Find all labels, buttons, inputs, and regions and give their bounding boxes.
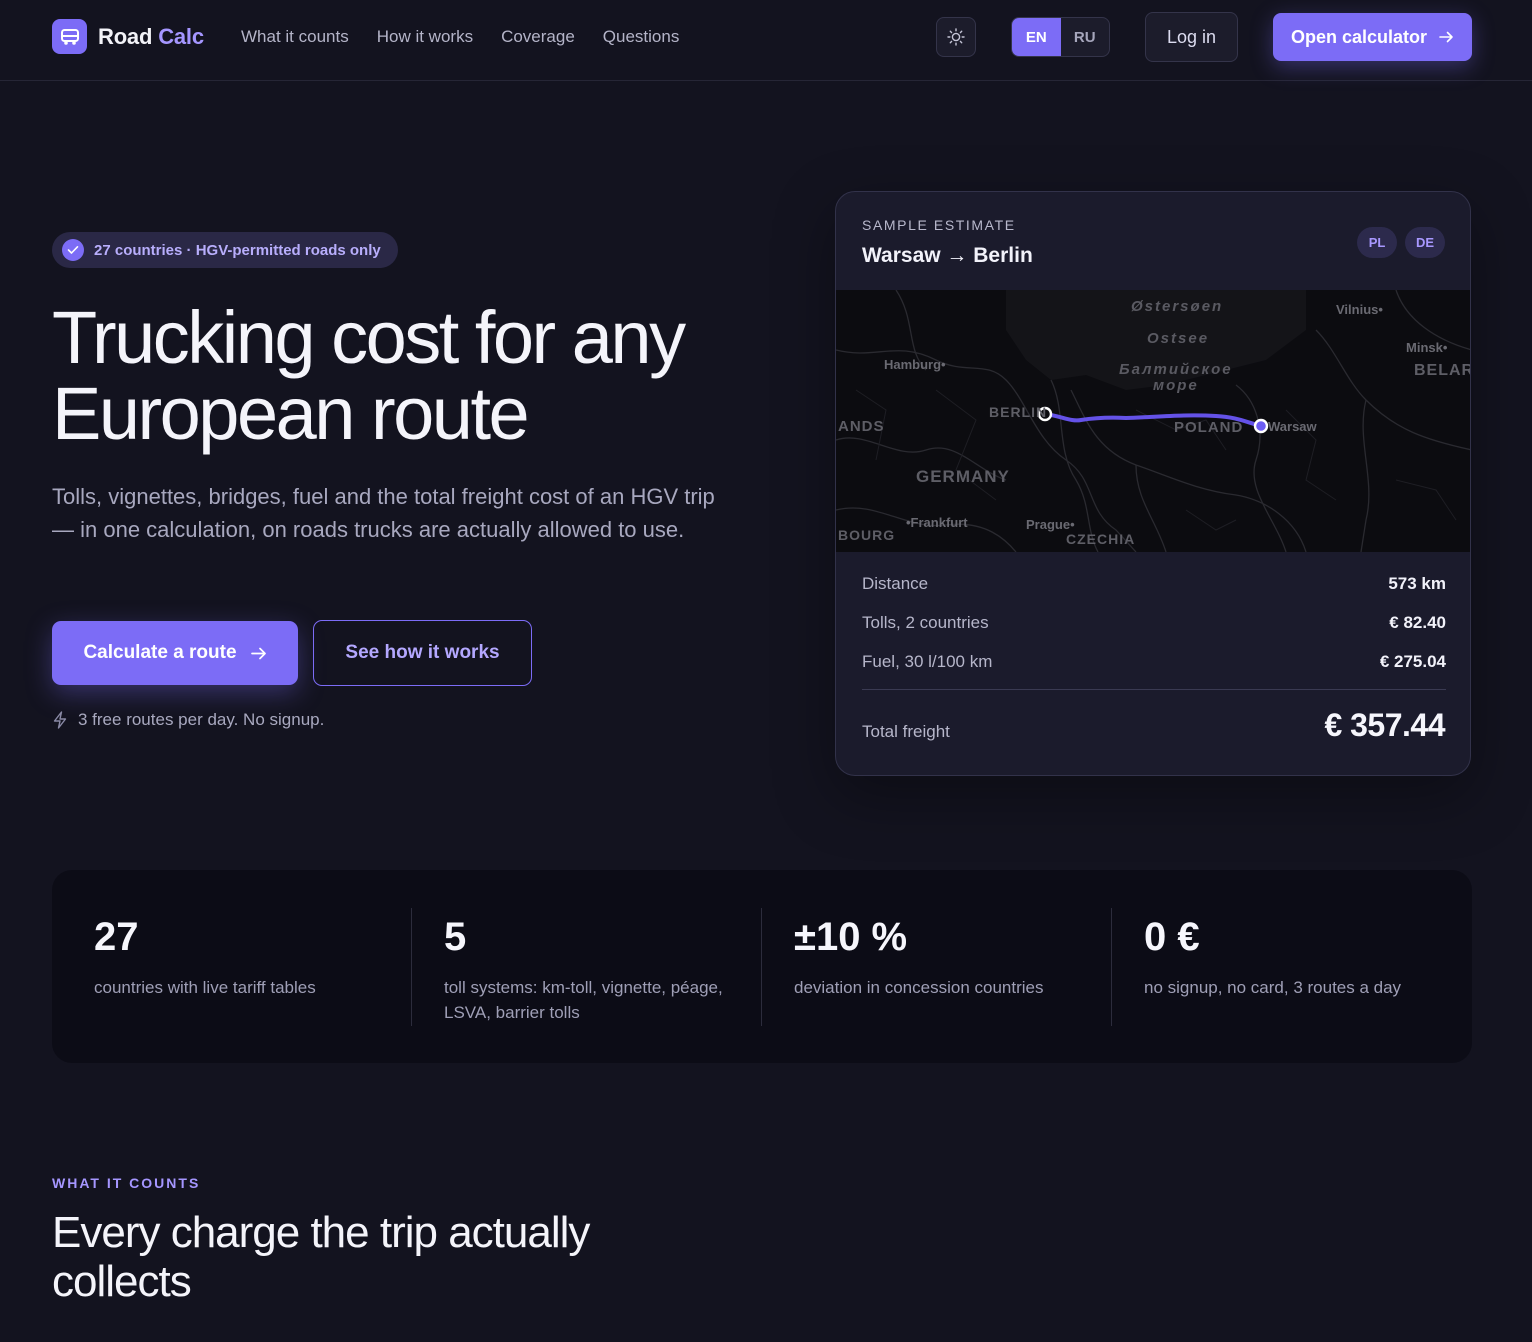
map-label: BERLIN — [989, 404, 1048, 420]
map-label: Prague• — [1026, 517, 1075, 532]
stat-label: toll systems: km-toll, vignette, péage, … — [444, 978, 723, 1022]
stat-value: ±10 % — [794, 915, 908, 959]
lang-option-en[interactable]: EN — [1012, 18, 1061, 56]
nav-link-how-it-works[interactable]: How it works — [377, 27, 473, 47]
stat-toll-systems: 5 toll systems: km-toll, vignette, péage… — [402, 870, 762, 1063]
nav-links: What it counts How it works Coverage Que… — [241, 27, 679, 47]
section-title: Every charge the trip actually collects — [52, 1208, 590, 1306]
map-label: море — [1153, 377, 1199, 394]
estimate-row-label: Fuel, 30 l/100 km — [862, 652, 993, 671]
estimate-kicker: SAMPLE ESTIMATE — [862, 217, 1016, 233]
sample-estimate-card: SAMPLE ESTIMATE Warsaw → Berlin PL DE Øs… — [835, 191, 1471, 776]
map-label: ANDS — [838, 418, 885, 435]
map-label: Hamburg• — [884, 357, 946, 372]
map-label: Minsk• — [1406, 340, 1448, 355]
hero-title: Trucking cost for any European route — [52, 300, 772, 452]
lightning-icon — [53, 711, 67, 729]
stat-deviation: ±10 % deviation in concession countries — [752, 870, 1112, 1063]
coverage-badge-text: 27 countries · HGV-permitted roads only — [94, 241, 381, 259]
hero-subtitle: Tolls, vignettes, bridges, fuel and the … — [52, 484, 715, 542]
hero-title-line-1: Trucking cost for any — [52, 296, 686, 379]
calculate-route-button[interactable]: Calculate a route — [52, 621, 298, 685]
country-chip-pl: PL — [1357, 227, 1397, 258]
country-chip-de: DE — [1405, 227, 1445, 258]
map-label: Балтийское — [1119, 361, 1233, 378]
map-label: BELAR — [1414, 362, 1471, 379]
map-label: CZECHIA — [1066, 531, 1136, 547]
stat-label: deviation in concession countries — [794, 978, 1044, 997]
stat-label: countries with live tariff tables — [94, 978, 316, 997]
login-button[interactable]: Log in — [1145, 12, 1238, 62]
language-switcher: EN RU — [1011, 17, 1110, 57]
nav-link-what-it-counts[interactable]: What it counts — [241, 27, 349, 47]
stats-strip: 27 countries with live tariff tables 5 t… — [52, 870, 1472, 1063]
stat-price: 0 € no signup, no card, 3 routes a day — [1102, 870, 1472, 1063]
map-label: POLAND — [1174, 419, 1244, 436]
truck-icon — [52, 19, 87, 54]
estimate-divider — [862, 689, 1446, 690]
lang-option-ru[interactable]: RU — [1061, 18, 1110, 56]
free-routes-note: 3 free routes per day. No signup. — [52, 710, 324, 730]
map-label: GERMANY — [916, 467, 1010, 486]
map-label: Warsaw — [1268, 419, 1317, 434]
estimate-row-value: € 275.04 — [1379, 652, 1446, 671]
stat-value: 0 € — [1144, 915, 1200, 959]
arrow-right-icon — [250, 647, 266, 659]
map-label: BOURG — [838, 527, 896, 543]
theme-toggle-button[interactable] — [936, 17, 976, 57]
logo-text: Road Calc — [98, 24, 204, 50]
estimate-row-distance: Distance 573 km — [862, 574, 1446, 594]
open-calculator-label: Open calculator — [1290, 26, 1428, 47]
estimate-row-value: 573 km — [1388, 574, 1446, 593]
logo-word-calc: Calc — [158, 23, 204, 49]
open-calculator-button[interactable]: Open calculator — [1273, 13, 1472, 61]
section-kicker: WHAT IT COUNTS — [52, 1175, 201, 1191]
sun-icon — [947, 28, 965, 46]
estimate-route: Warsaw → Berlin — [862, 244, 1033, 267]
nav-link-coverage[interactable]: Coverage — [501, 27, 575, 47]
total-freight-value: € 357.44 — [1324, 707, 1445, 743]
map-label: Østersøen — [1131, 298, 1224, 315]
see-how-it-works-button[interactable]: See how it works — [313, 620, 532, 686]
route-map[interactable]: Østersøen Ostsee Балтийское море Vilnius… — [836, 289, 1471, 553]
map-label: Vilnius• — [1336, 302, 1383, 317]
country-flags: PL DE — [1357, 227, 1445, 258]
stat-value: 27 — [94, 915, 139, 959]
estimate-row-label: Tolls, 2 countries — [862, 613, 989, 632]
map-label: •Frankfurt — [906, 515, 968, 530]
stat-label: no signup, no card, 3 routes a day — [1144, 978, 1402, 997]
nav-link-questions[interactable]: Questions — [603, 27, 680, 47]
coverage-badge: 27 countries · HGV-permitted roads only — [52, 232, 398, 268]
estimate-row-label: Distance — [862, 574, 929, 593]
total-freight-label: Total freight — [862, 722, 950, 741]
estimate-row-value: € 82.40 — [1389, 613, 1446, 632]
estimate-row-fuel: Fuel, 30 l/100 km € 275.04 — [862, 652, 1446, 672]
check-icon — [62, 239, 84, 261]
map-label: Ostsee — [1147, 330, 1210, 347]
logo-word-road: Road — [98, 23, 153, 49]
hero-title-line-2: European route — [52, 372, 530, 455]
free-routes-note-text: 3 free routes per day. No signup. — [78, 710, 325, 729]
destination-marker — [1253, 418, 1269, 434]
estimate-row-tolls: Tolls, 2 countries € 82.40 — [862, 613, 1446, 633]
logo[interactable]: Road Calc — [52, 19, 204, 54]
calculate-route-label: Calculate a route — [83, 642, 237, 663]
stat-countries: 27 countries with live tariff tables — [52, 870, 412, 1063]
stat-value: 5 — [444, 915, 467, 959]
top-navbar: Road Calc What it counts How it works Cov… — [0, 0, 1532, 81]
arrow-right-icon — [1439, 31, 1453, 43]
